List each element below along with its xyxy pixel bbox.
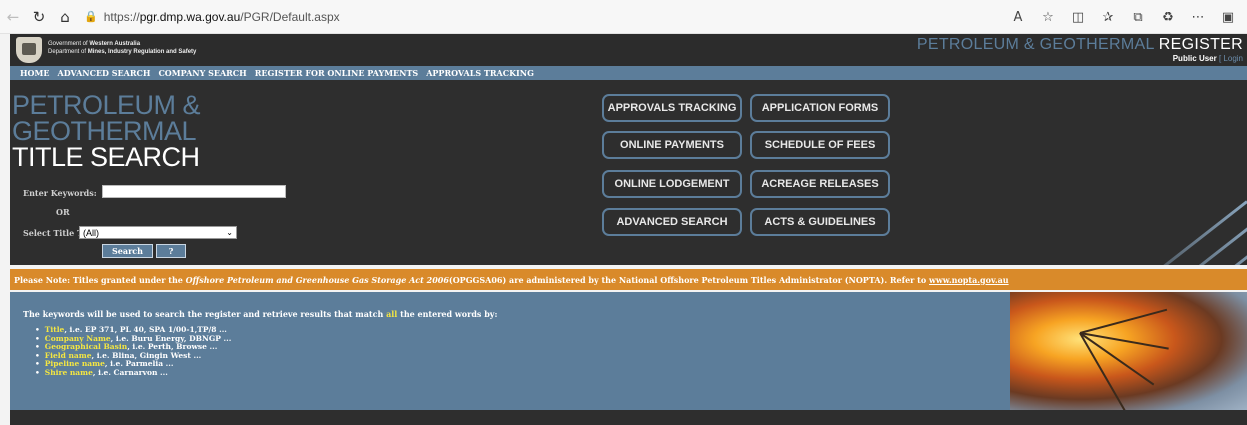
tile-application-forms[interactable]: APPLICATION FORMS [750, 94, 890, 122]
user-name: Public User [1172, 54, 1217, 63]
menu-home[interactable]: HOME [20, 68, 49, 78]
tile-approvals-tracking[interactable]: APPROVALS TRACKING [602, 94, 742, 122]
help-intro: The keywords will be used to search the … [23, 309, 497, 319]
address-bar[interactable]: 🔒 https://pgr.dmp.wa.gov.au/PGR/Default.… [84, 10, 340, 24]
menu-approvals-tracking[interactable]: APPROVALS TRACKING [426, 68, 534, 78]
collections-icon[interactable]: ⧉ [1125, 4, 1151, 30]
chevron-down-icon: ⌄ [226, 228, 233, 237]
photo-detail [1079, 332, 1126, 410]
menu-advanced-search[interactable]: ADVANCED SEARCH [57, 68, 150, 78]
or-label: OR [56, 207, 70, 217]
read-aloud-icon[interactable]: A [1005, 4, 1031, 30]
url-prefix: https:// [103, 9, 140, 24]
nopta-link[interactable]: www.nopta.gov.au [929, 275, 1009, 285]
brand-register: REGISTER [1158, 36, 1243, 53]
gov-line1-bold: Western Australia [89, 41, 141, 47]
tile-acreage-releases[interactable]: ACREAGE RELEASES [750, 170, 890, 198]
keywords-label: Enter Keywords: [23, 188, 97, 198]
title-type-value: (All) [83, 227, 99, 238]
keyword-examples-list: Title, i.e. EP 371, PL 40, SPA 1/00-1,TP… [35, 325, 232, 378]
notice-act: Offshore Petroleum and Greenhouse Gas St… [185, 274, 449, 285]
site-header: Government of Western Australia Departme… [10, 34, 1247, 66]
decorative-streak [1114, 220, 1247, 265]
example-key: Shire name [44, 367, 93, 377]
decorative-streak [1104, 200, 1247, 265]
browser-actions: A ☆ ◫ ✰ ⧉ ♻ ⋯ ▣ [1005, 0, 1241, 34]
list-item: Shire name, i.e. Carnarvon ... [35, 367, 231, 378]
intro-highlight: all [386, 309, 398, 319]
site-brand: PETROLEUM & GEOTHERMAL REGISTER [917, 36, 1243, 54]
back-icon[interactable]: ← [0, 4, 26, 30]
user-status: Public User [ Login [1173, 54, 1243, 63]
gov-line1-prefix: Government of [48, 41, 90, 47]
menu-company-search[interactable]: COMPANY SEARCH [158, 68, 246, 78]
tile-advanced-search[interactable]: ADVANCED SEARCH [602, 208, 742, 236]
intro-prefix: The keywords will be used to search the … [23, 309, 387, 319]
wa-crest-logo [16, 37, 42, 63]
search-button[interactable]: Search [102, 244, 153, 258]
refresh-icon[interactable]: ↻ [26, 4, 52, 30]
title-line-1: PETROLEUM & [12, 90, 201, 120]
menu-register-online-payments[interactable]: REGISTER FOR ONLINE PAYMENTS [255, 68, 418, 78]
government-name: Government of Western Australia Departme… [48, 40, 196, 56]
title-line-2: GEOTHERMAL [12, 116, 197, 146]
opggsa-notice: Please Note: Titles granted under the Of… [10, 269, 1247, 290]
tile-online-payments[interactable]: ONLINE PAYMENTS [602, 131, 742, 159]
search-hero: PETROLEUM & GEOTHERMAL TITLE SEARCH Ente… [10, 80, 1247, 265]
sidebar-icon[interactable]: ▣ [1215, 4, 1241, 30]
favorite-icon[interactable]: ☆ [1035, 4, 1061, 30]
intro-suffix: the entered words by: [397, 309, 498, 319]
title-line-3: TITLE SEARCH [12, 142, 200, 172]
gov-line2-bold: Mines, Industry Regulation and Safety [87, 49, 197, 55]
notice-prefix: Please Note: Titles granted under the [14, 274, 183, 285]
example-text: , i.e. Carnarvon ... [92, 367, 168, 377]
gov-line2-prefix: Department of [48, 49, 88, 55]
main-menu: HOME ADVANCED SEARCH COMPANY SEARCH REGI… [10, 66, 1247, 80]
extension-icon[interactable]: ♻ [1155, 4, 1181, 30]
split-screen-icon[interactable]: ◫ [1065, 4, 1091, 30]
gas-flare-photo [1010, 292, 1247, 410]
url-path: /PGR/Default.aspx [240, 9, 340, 24]
lock-icon: 🔒 [84, 10, 98, 23]
favorites-bar-icon[interactable]: ✰ [1095, 4, 1121, 30]
brand-main: PETROLEUM & GEOTHERMAL [916, 36, 1159, 53]
home-icon[interactable]: ⌂ [52, 4, 78, 30]
more-icon[interactable]: ⋯ [1185, 4, 1211, 30]
browser-toolbar: ← ↻ ⌂ 🔒 https://pgr.dmp.wa.gov.au/PGR/De… [0, 0, 1247, 34]
title-type-select[interactable]: (All) ⌄ [79, 226, 237, 239]
tile-schedule-of-fees[interactable]: SCHEDULE OF FEES [750, 131, 890, 159]
url-host: pgr.dmp.wa.gov.au [139, 9, 241, 24]
notice-suffix: (OPGGSA06) are administered by the Natio… [448, 274, 927, 285]
login-link[interactable]: [ Login [1219, 54, 1243, 63]
search-help-panel: The keywords will be used to search the … [10, 292, 1247, 410]
tile-acts-guidelines[interactable]: ACTS & GUIDELINES [750, 208, 890, 236]
help-button[interactable]: ? [156, 244, 186, 258]
tile-online-lodgement[interactable]: ONLINE LODGEMENT [602, 170, 742, 198]
footer-bar [10, 410, 1247, 425]
keywords-input[interactable] [102, 185, 286, 198]
photo-detail [1079, 308, 1168, 334]
